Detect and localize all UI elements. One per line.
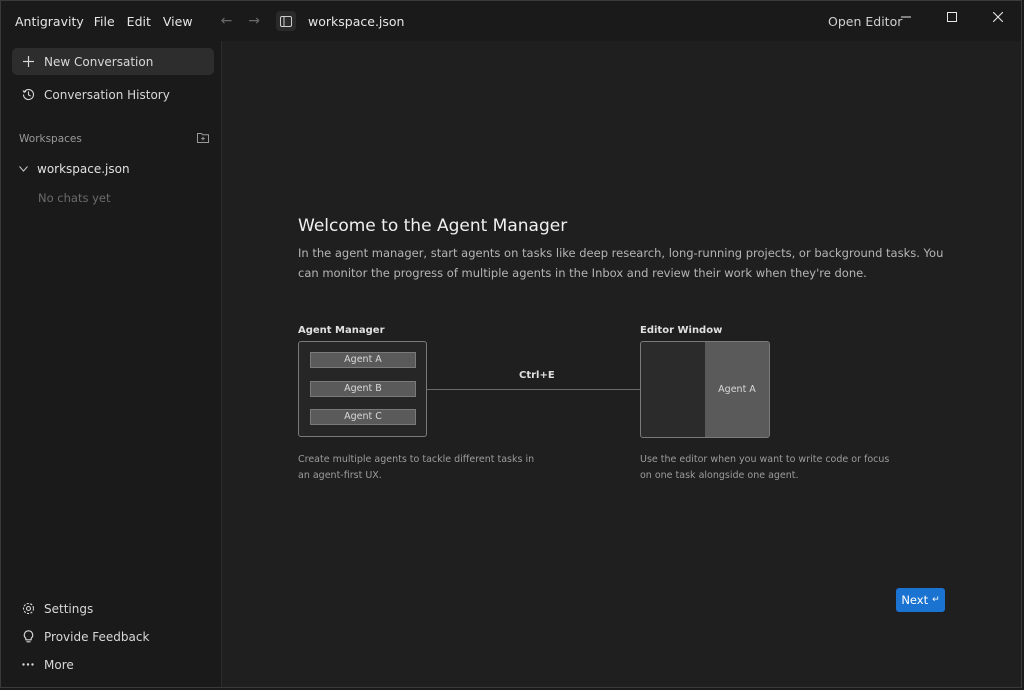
editor-window-label: Editor Window [640, 325, 723, 336]
lightbulb-icon [20, 630, 36, 643]
close-icon[interactable] [975, 1, 1021, 33]
agent-manager-label: Agent Manager [298, 325, 385, 336]
menu-file[interactable]: File [94, 14, 115, 29]
more-button[interactable]: More [12, 651, 214, 678]
provide-feedback-button[interactable]: Provide Feedback [12, 623, 214, 650]
conversation-history-label: Conversation History [44, 87, 170, 102]
maximize-icon[interactable] [929, 1, 975, 33]
new-conversation-button[interactable]: New Conversation [12, 48, 214, 75]
editor-window-diagram: Agent A [640, 341, 770, 438]
no-chats-text: No chats yet [38, 191, 111, 205]
back-arrow-icon[interactable]: ← [221, 13, 233, 29]
settings-button[interactable]: Settings [12, 595, 214, 622]
connector-line [427, 389, 640, 390]
sidebar-panel-icon [280, 15, 293, 27]
editor-agent-label: Agent A [718, 384, 756, 395]
workspace-item[interactable]: workspace.json [19, 162, 130, 176]
editor-agent-pane: Agent A [705, 342, 769, 437]
provide-feedback-label: Provide Feedback [44, 629, 150, 644]
next-label: Next [901, 593, 929, 607]
next-button[interactable]: Next ↵ [896, 588, 945, 612]
welcome-description: In the agent manager, start agents on ta… [298, 246, 944, 280]
workspaces-header: Workspaces [19, 132, 209, 146]
chevron-down-icon [19, 164, 31, 175]
new-folder-icon[interactable] [197, 132, 209, 146]
workspace-name: workspace.json [37, 162, 130, 176]
agent-manager-diagram: Agent A Agent B Agent C [298, 341, 427, 437]
more-label: More [44, 657, 74, 672]
title-bar: Antigravity File Edit View ← → workspace… [1, 1, 1021, 41]
editor-window-caption: Use the editor when you want to write co… [640, 454, 890, 481]
window-controls [883, 1, 1021, 33]
agent-pill-b: Agent B [310, 381, 416, 397]
main-content: Welcome to the Agent Manager In the agen… [222, 41, 1021, 687]
plus-icon [20, 56, 36, 67]
settings-label: Settings [44, 601, 94, 616]
new-conversation-label: New Conversation [44, 54, 154, 69]
workspaces-label: Workspaces [19, 133, 82, 145]
app-window: Antigravity File Edit View ← → workspace… [0, 0, 1022, 688]
welcome-title: Welcome to the Agent Manager [298, 216, 568, 236]
menu-edit[interactable]: Edit [127, 14, 151, 29]
menu-view[interactable]: View [163, 14, 193, 29]
sidebar-toggle-button[interactable] [276, 11, 297, 31]
conversation-history-button[interactable]: Conversation History [12, 81, 214, 108]
shortcut-label: Ctrl+E [519, 370, 555, 381]
enter-icon: ↵ [932, 595, 940, 605]
agent-manager-caption: Create multiple agents to tackle differe… [298, 454, 535, 481]
gear-icon [20, 602, 36, 615]
sidebar: New Conversation Conversation History Wo… [1, 41, 222, 687]
agent-pill-a: Agent A [310, 352, 416, 368]
history-icon [20, 88, 36, 101]
forward-arrow-icon[interactable]: → [248, 13, 260, 29]
nav-arrows: ← → [221, 13, 276, 29]
minimize-icon[interactable] [883, 1, 929, 33]
agent-pill-c: Agent C [310, 409, 416, 425]
ellipsis-icon [20, 663, 36, 666]
app-name: Antigravity [15, 13, 84, 29]
window-title: workspace.json [308, 13, 405, 29]
menu-bar: File Edit View [94, 14, 205, 29]
